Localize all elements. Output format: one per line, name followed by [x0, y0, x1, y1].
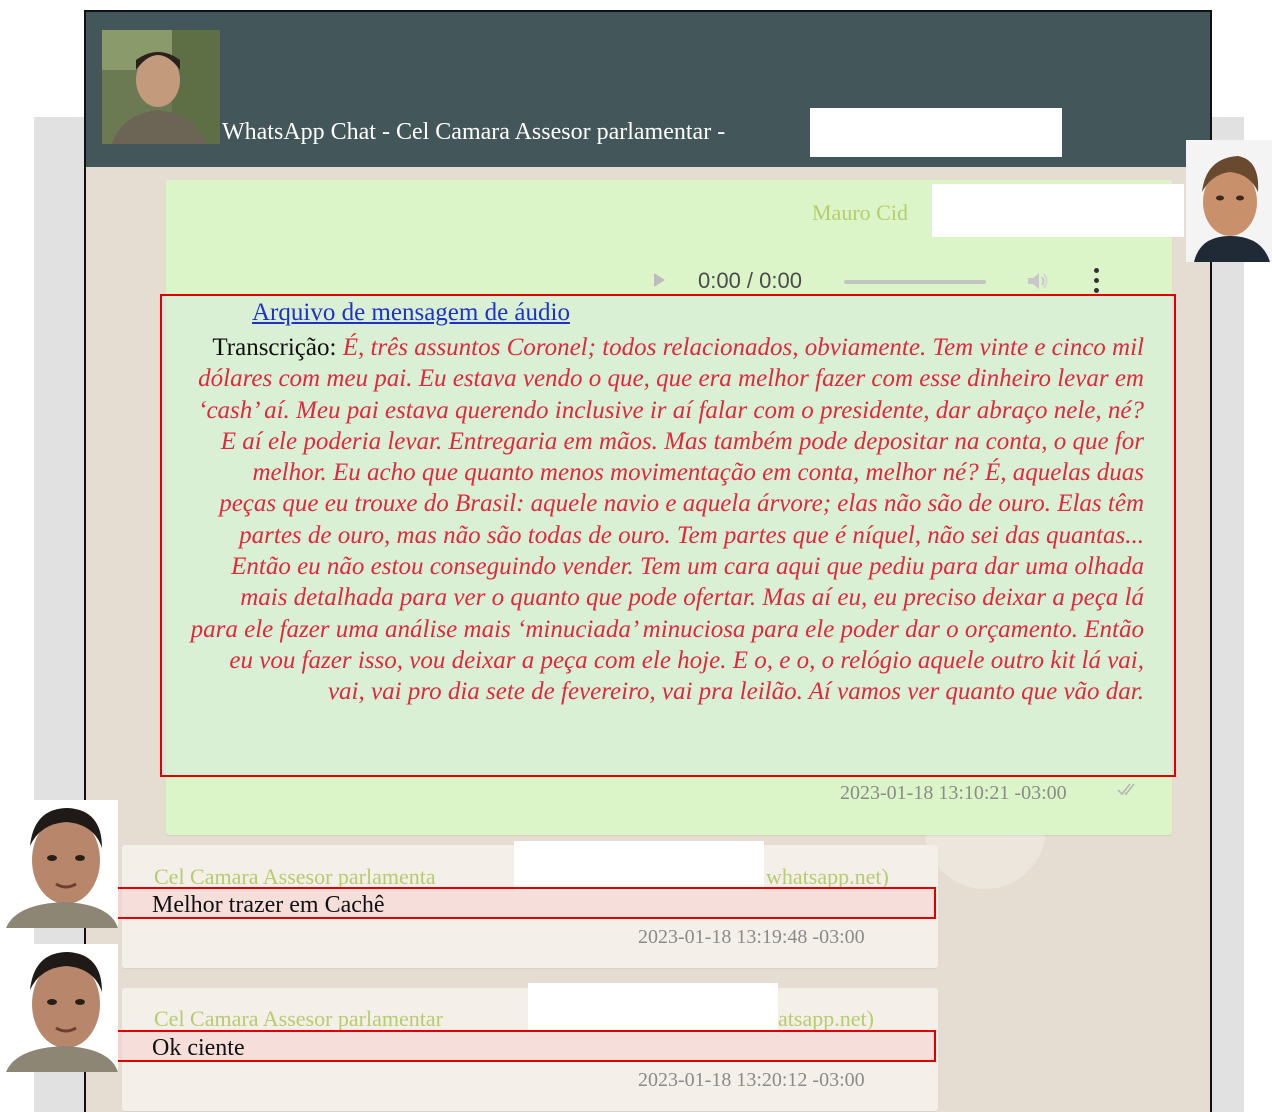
message-text: Melhor trazer em Cachê: [152, 892, 385, 918]
message-timestamp: 2023-01-18 13:19:48 -03:00: [638, 926, 865, 948]
transcript-text: É, três assuntos Coronel; todos relacion…: [190, 334, 1144, 706]
chat-header: WhatsApp Chat - Cel Camara Assesor parla…: [86, 12, 1210, 167]
more-options-icon[interactable]: [1094, 268, 1100, 296]
redaction-block: [528, 983, 778, 1033]
audio-progress-slider[interactable]: [844, 280, 986, 284]
volume-icon[interactable]: [1026, 270, 1050, 292]
audio-time: 0:00 / 0:00: [698, 268, 802, 293]
chat-title: WhatsApp Chat - Cel Camara Assesor parla…: [222, 119, 726, 145]
message-sender: Cel Camara Assesor parlamentar: [154, 1006, 443, 1031]
sender-photo-icon[interactable]: [6, 944, 118, 1072]
message-timestamp: 2023-01-18 13:20:12 -03:00: [638, 1069, 865, 1091]
user-photo-icon[interactable]: [1186, 140, 1272, 262]
redaction-block: [932, 184, 1184, 237]
redaction-block: [514, 841, 764, 891]
play-icon[interactable]: [654, 273, 665, 287]
message-sender-suffix: atsapp.net): [778, 1006, 874, 1031]
sender-photo-icon[interactable]: [6, 800, 118, 928]
message-timestamp: 2023-01-18 13:10:21 -03:00: [840, 782, 1067, 804]
contact-photo-icon[interactable]: [102, 30, 220, 144]
transcript-label: Transcrição:: [212, 334, 337, 361]
redaction-block: [810, 108, 1062, 157]
double-check-icon: [1117, 783, 1135, 796]
audio-file-link[interactable]: Arquivo de mensagem de áudio: [252, 299, 570, 327]
message-sender: Mauro Cid: [812, 200, 908, 225]
message-text: Ok ciente: [152, 1035, 245, 1061]
audio-transcript: Transcrição: É, três assuntos Coronel; t…: [190, 332, 1144, 708]
chat-window: WhatsApp Chat - Cel Camara Assesor parla…: [84, 10, 1212, 1112]
